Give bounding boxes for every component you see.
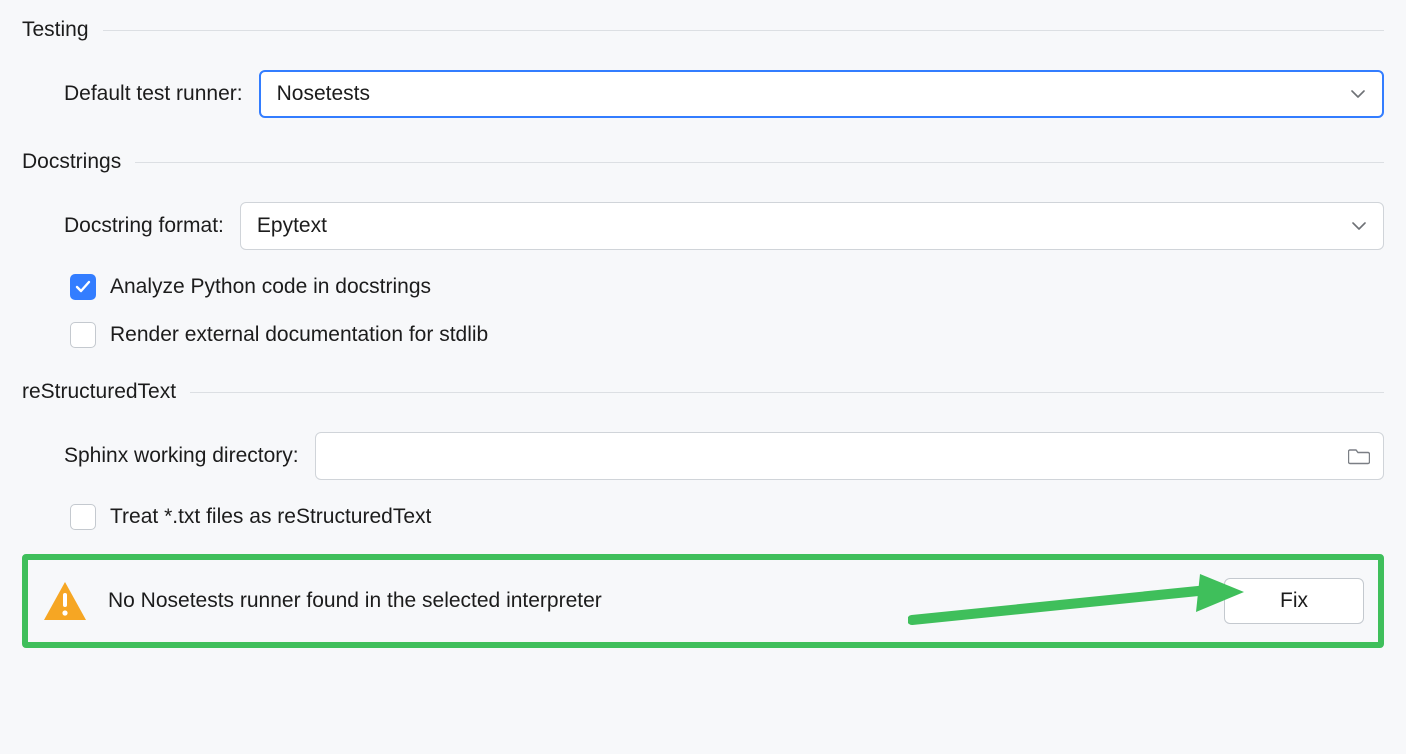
label-analyze-python: Analyze Python code in docstrings	[110, 275, 431, 299]
label-treat-txt: Treat *.txt files as reStructuredText	[110, 505, 431, 529]
checkbox-analyze-python[interactable]	[70, 274, 96, 300]
section-title-docstrings: Docstrings	[22, 150, 121, 174]
chevron-down-icon	[1350, 86, 1366, 102]
warning-icon	[42, 580, 88, 622]
checkbox-row-render-stdlib: Render external documentation for stdlib	[22, 322, 1384, 348]
field-default-test-runner: Default test runner: Nosetests	[22, 70, 1384, 118]
chevron-down-icon	[1351, 218, 1367, 234]
dropdown-value: Nosetests	[277, 82, 1350, 106]
warning-banner: No Nosetests runner found in the selecte…	[42, 578, 1364, 624]
section-title-testing: Testing	[22, 18, 89, 42]
dropdown-docstring-format[interactable]: Epytext	[240, 202, 1384, 250]
dropdown-default-test-runner[interactable]: Nosetests	[259, 70, 1384, 118]
divider	[190, 392, 1384, 393]
section-header-rst: reStructuredText	[22, 380, 1384, 404]
section-rst: reStructuredText Sphinx working director…	[22, 380, 1384, 530]
section-testing: Testing Default test runner: Nosetests	[22, 18, 1384, 118]
checkbox-row-treat-txt: Treat *.txt files as reStructuredText	[22, 504, 1384, 530]
folder-icon[interactable]	[1347, 444, 1371, 468]
checkbox-row-analyze: Analyze Python code in docstrings	[22, 274, 1384, 300]
dropdown-value: Epytext	[257, 214, 1351, 238]
section-header-testing: Testing	[22, 18, 1384, 42]
label-default-test-runner: Default test runner:	[64, 82, 243, 106]
label-docstring-format: Docstring format:	[64, 214, 224, 238]
field-docstring-format: Docstring format: Epytext	[22, 202, 1384, 250]
field-sphinx-dir: Sphinx working directory:	[22, 432, 1384, 480]
label-sphinx-dir: Sphinx working directory:	[64, 444, 299, 468]
divider	[103, 30, 1384, 31]
warning-message: No Nosetests runner found in the selecte…	[108, 589, 1204, 613]
fix-button-label: Fix	[1280, 589, 1308, 613]
annotation-highlight: No Nosetests runner found in the selecte…	[22, 554, 1384, 648]
input-sphinx-dir[interactable]	[332, 444, 1347, 468]
checkbox-render-stdlib[interactable]	[70, 322, 96, 348]
section-docstrings: Docstrings Docstring format: Epytext Ana…	[22, 150, 1384, 348]
fix-button[interactable]: Fix	[1224, 578, 1364, 624]
input-wrap-sphinx-dir	[315, 432, 1384, 480]
section-title-rst: reStructuredText	[22, 380, 176, 404]
divider	[135, 162, 1384, 163]
section-header-docstrings: Docstrings	[22, 150, 1384, 174]
checkbox-treat-txt[interactable]	[70, 504, 96, 530]
label-render-stdlib: Render external documentation for stdlib	[110, 323, 488, 347]
